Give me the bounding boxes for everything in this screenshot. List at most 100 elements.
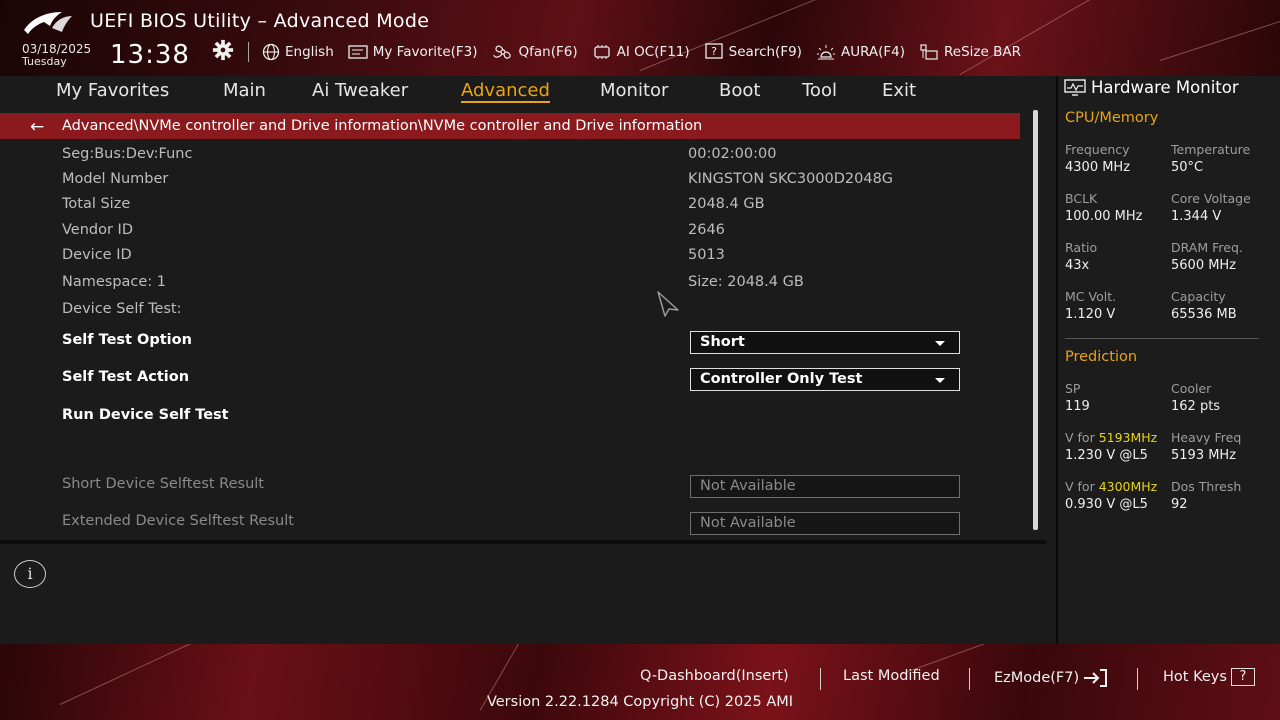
tab-exit[interactable]: Exit — [882, 78, 916, 101]
capacity-value: 65536 MB — [1171, 307, 1237, 322]
short-selftest-result-field: Not Available — [690, 475, 960, 498]
top-toolbar: English My Favorite(F3) Qfan(F6) AI OC(F… — [262, 42, 1035, 62]
my-favorite-label: My Favorite(F3) — [372, 44, 478, 60]
search-question-icon: ? — [705, 43, 723, 59]
prediction-heading: Prediction — [1065, 349, 1138, 365]
self-test-option-label[interactable]: Self Test Option — [62, 332, 192, 348]
svg-text:?: ? — [711, 45, 717, 58]
back-arrow-icon[interactable]: ← — [30, 117, 44, 137]
dos-thresh-label: Dos Thresh — [1171, 479, 1242, 494]
run-device-self-test-button[interactable]: Run Device Self Test — [62, 407, 229, 423]
self-test-action-dropdown[interactable]: Controller Only Test — [690, 368, 960, 391]
sp-label: SP — [1065, 381, 1081, 396]
footer-divider — [969, 668, 970, 690]
monitor-icon — [1064, 78, 1086, 96]
aura-button[interactable]: AURA(F4) — [816, 43, 905, 61]
aura-label: AURA(F4) — [840, 44, 906, 60]
model-number-value: KINGSTON SKC3000D2048G — [688, 171, 894, 187]
resize-bar-button[interactable]: ReSize BAR — [919, 43, 1021, 61]
chevron-down-icon — [935, 341, 945, 346]
hot-keys-label: Hot Keys — [1163, 669, 1227, 685]
cooler-value: 162 pts — [1171, 399, 1221, 414]
tab-monitor[interactable]: Monitor — [600, 78, 668, 101]
seg-bus-dev-func-label: Seg:Bus:Dev:Func — [62, 146, 193, 162]
tab-ai-tweaker[interactable]: Ai Tweaker — [312, 78, 408, 101]
ratio-value: 43x — [1065, 258, 1090, 273]
temperature-label: Temperature — [1171, 142, 1251, 157]
dram-freq-value: 5600 MHz — [1171, 258, 1237, 273]
fan-icon — [492, 45, 511, 59]
capacity-label: Capacity — [1171, 289, 1226, 304]
tab-boot[interactable]: Boot — [719, 78, 760, 101]
qfan-button[interactable]: Qfan(F6) — [492, 43, 578, 61]
heavy-freq-label: Heavy Freq — [1171, 430, 1242, 445]
dos-thresh-value: 92 — [1171, 497, 1188, 512]
footer-divider — [1137, 668, 1138, 690]
v-for-prefix: V for — [1065, 479, 1099, 494]
decor-streak — [959, 0, 1134, 75]
mc-volt-value: 1.120 V — [1065, 307, 1116, 322]
question-key-icon: ? — [1230, 668, 1255, 686]
chevron-down-icon — [935, 378, 945, 383]
rog-logo-icon — [24, 12, 72, 34]
gear-icon[interactable] — [212, 39, 234, 61]
tab-main[interactable]: Main — [223, 78, 266, 101]
device-id-label: Device ID — [62, 247, 132, 263]
search-button[interactable]: ? Search(F9) — [704, 43, 802, 61]
q-dashboard-button[interactable]: Q-Dashboard(Insert) — [640, 668, 789, 684]
ezmode-label: EzMode(F7) — [994, 670, 1080, 686]
hardware-monitor-title: Hardware Monitor — [1064, 78, 1239, 97]
hw-divider — [1065, 338, 1259, 339]
bclk-value: 100.00 MHz — [1065, 209, 1143, 224]
frequency-label: Frequency — [1065, 142, 1130, 157]
ezmode-button[interactable]: EzMode(F7) — [994, 668, 1110, 688]
tab-tool[interactable]: Tool — [802, 78, 837, 101]
exit-arrow-icon — [1084, 669, 1108, 687]
hardware-monitor-title-text: Hardware Monitor — [1091, 78, 1239, 97]
resize-bar-label: ReSize BAR — [944, 44, 1021, 60]
ai-oc-label: AI OC(F11) — [616, 44, 690, 60]
ai-oc-button[interactable]: AI OC(F11) — [592, 44, 690, 60]
bclk-label: BCLK — [1065, 191, 1098, 206]
total-size-value: 2048.4 GB — [688, 196, 765, 212]
vendor-id-label: Vendor ID — [62, 222, 133, 238]
v-for-label-1: V for 5193MHz — [1065, 430, 1157, 445]
tab-advanced[interactable]: Advanced — [461, 78, 550, 103]
hot-keys-button[interactable]: Hot Keys? — [1163, 668, 1255, 686]
language-button[interactable]: English — [262, 43, 334, 61]
heavy-freq-value: 5193 MHz — [1171, 448, 1237, 463]
breadcrumb-path: Advanced\NVMe controller and Drive infor… — [62, 118, 703, 134]
favorite-list-icon — [348, 45, 368, 59]
self-test-action-label[interactable]: Self Test Action — [62, 369, 189, 385]
extended-selftest-result-value: Not Available — [700, 515, 796, 531]
globe-icon — [262, 43, 280, 61]
day-display: Tuesday — [22, 55, 67, 68]
short-selftest-result-value: Not Available — [700, 478, 796, 494]
footer-divider — [820, 668, 821, 690]
v-for-prefix: V for — [1065, 430, 1099, 445]
v-for-value-1: 1.230 V @L5 — [1065, 448, 1148, 463]
core-voltage-label: Core Voltage — [1171, 191, 1251, 206]
model-number-label: Model Number — [62, 171, 169, 187]
mouse-cursor-icon — [657, 291, 679, 317]
namespace-size-value: Size: 2048.4 GB — [688, 274, 804, 290]
date-display: 03/18/2025 — [22, 42, 92, 56]
total-size-label: Total Size — [62, 196, 131, 212]
v-for-label-2: V for 4300MHz — [1065, 479, 1157, 494]
v-for-freq: 4300MHz — [1098, 479, 1158, 494]
last-modified-button[interactable]: Last Modified — [843, 668, 940, 684]
core-voltage-value: 1.344 V — [1171, 209, 1222, 224]
self-test-option-dropdown[interactable]: Short — [690, 331, 960, 354]
cpu-memory-heading: CPU/Memory — [1065, 110, 1159, 126]
breadcrumb: ← Advanced\NVMe controller and Drive inf… — [0, 113, 1020, 139]
tab-my-favorites[interactable]: My Favorites — [56, 78, 169, 101]
qfan-label: Qfan(F6) — [518, 44, 578, 60]
scrollbar[interactable] — [1033, 110, 1038, 530]
aura-light-icon — [816, 45, 835, 60]
cooler-label: Cooler — [1171, 381, 1212, 396]
main-menu: My Favorites Main Ai Tweaker Advanced Mo… — [0, 76, 1046, 104]
vendor-id-value: 2646 — [688, 222, 725, 238]
my-favorite-button[interactable]: My Favorite(F3) — [348, 44, 478, 60]
v-for-value-2: 0.930 V @L5 — [1065, 497, 1148, 512]
clock-display[interactable]: 13:38 — [110, 40, 190, 70]
